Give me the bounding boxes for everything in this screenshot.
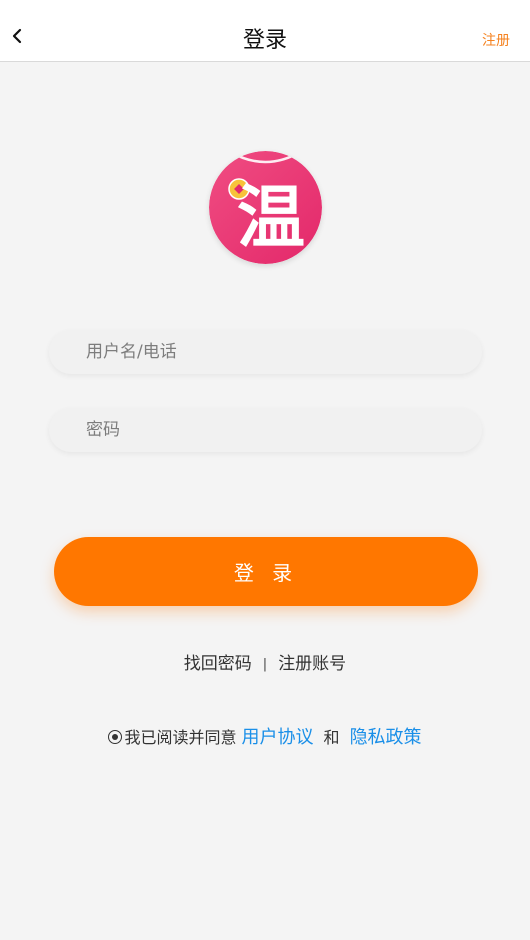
password-input[interactable] <box>49 408 482 452</box>
login-button[interactable]: 登 录 <box>54 537 478 606</box>
nav-header: 登录 注册 <box>0 0 530 62</box>
page-title: 登录 <box>242 28 287 53</box>
forgot-password-link[interactable]: 找回密码 <box>184 654 252 674</box>
user-agreement-link[interactable]: 用户协议 <box>242 727 314 748</box>
privacy-policy-link[interactable]: 隐私政策 <box>350 727 422 748</box>
agreement-row: 我已阅读并同意 用户协议和隐私政策 <box>0 725 530 751</box>
account-links: 找回密码 | 注册账号 <box>0 652 530 677</box>
agree-radio[interactable] <box>108 730 123 744</box>
logo-character: 温 <box>237 179 305 258</box>
login-page: 登录 注册 温 登 录 找回密码|注册账号 我 <box>0 0 530 940</box>
username-input[interactable] <box>49 330 482 374</box>
agreement-and: 和 <box>323 728 340 747</box>
link-separator: | <box>262 657 268 672</box>
agreement-prefix: 我已阅读并同意 <box>124 728 237 747</box>
register-account-link[interactable]: 注册账号 <box>278 654 346 674</box>
register-button[interactable]: 注册 <box>482 31 510 51</box>
logo-graphic: 温 <box>209 151 322 264</box>
app-logo: 温 <box>209 151 322 264</box>
